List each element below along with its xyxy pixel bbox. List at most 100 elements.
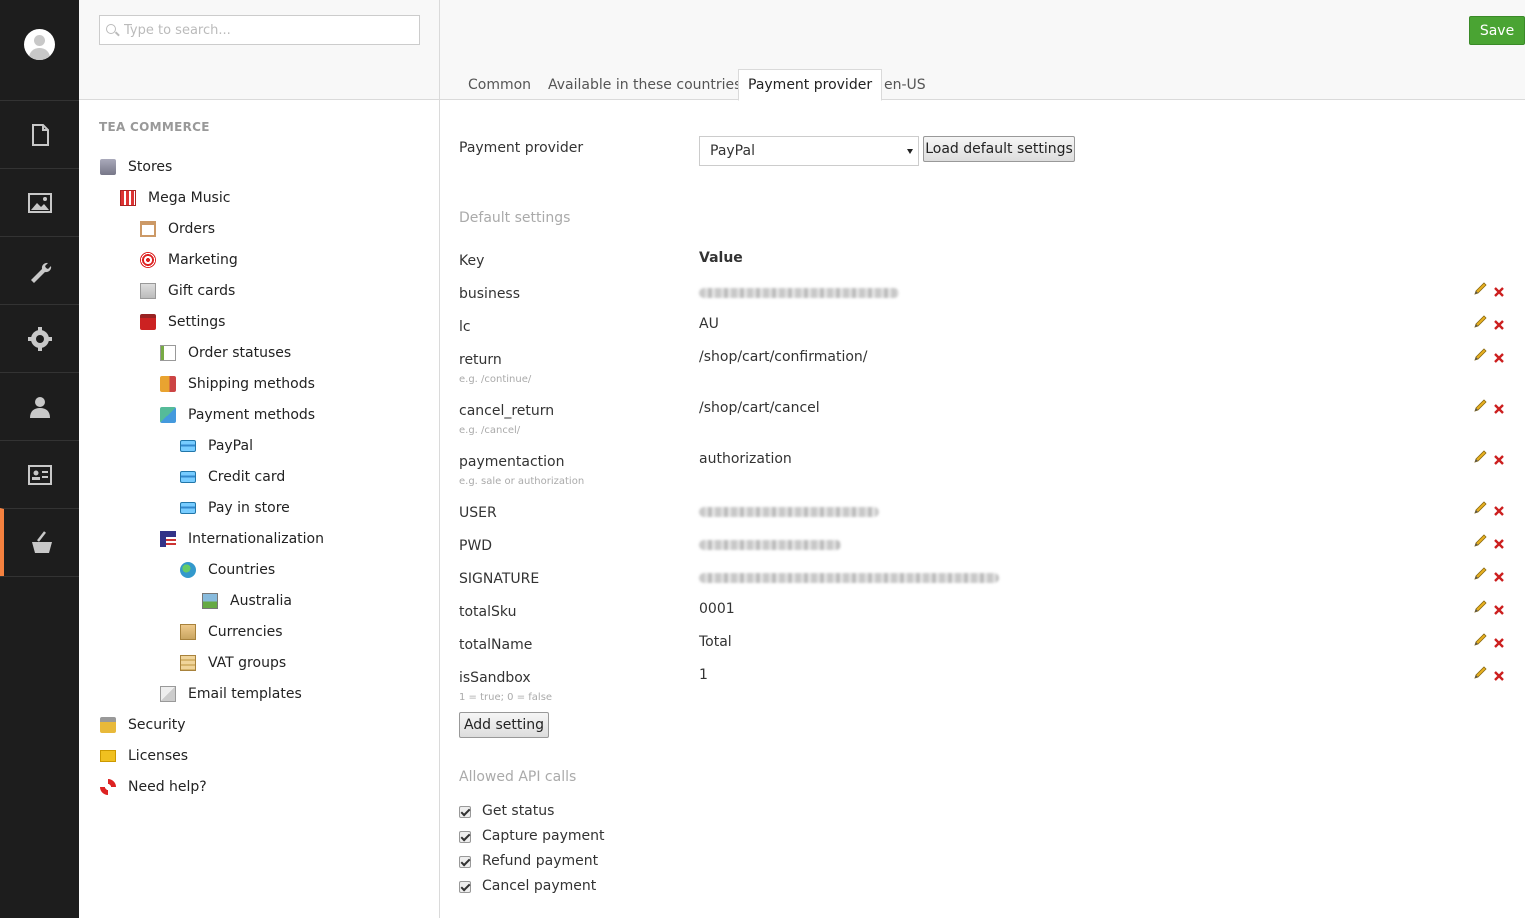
tree-item-security[interactable]: Security (100, 713, 186, 737)
delete-icon[interactable] (1494, 638, 1504, 648)
delete-icon[interactable] (1494, 320, 1504, 330)
edit-pencil-icon[interactable] (1473, 534, 1487, 548)
edit-pencil-icon[interactable] (1473, 315, 1487, 329)
tree-item-stores[interactable]: Stores (100, 155, 172, 179)
edit-pencil-icon[interactable] (1473, 567, 1487, 581)
delete-icon[interactable] (1494, 404, 1504, 414)
tree-section-title: TEA COMMERCE (99, 120, 210, 134)
store-icon (120, 190, 136, 206)
tree-header (79, 0, 439, 100)
tree-item-licenses[interactable]: Licenses (100, 744, 188, 768)
edit-pencil-icon[interactable] (1473, 501, 1487, 515)
tree-item-australia[interactable]: Australia (202, 589, 292, 613)
edit-pencil-icon[interactable] (1473, 600, 1487, 614)
edit-pencil-icon[interactable] (1473, 348, 1487, 362)
setting-value: authorization (699, 451, 792, 467)
delete-icon[interactable] (1494, 506, 1504, 516)
delete-icon[interactable] (1494, 605, 1504, 615)
tree-item-vat-groups[interactable]: VAT groups (180, 651, 286, 675)
tree-item-credit-card[interactable]: Credit card (180, 465, 285, 489)
value-header: Value (699, 250, 743, 266)
tree-item-mega-music[interactable]: Mega Music (120, 186, 230, 210)
setting-key: cancel_return (459, 403, 555, 419)
developer-icon[interactable] (0, 236, 79, 304)
vat-icon (180, 655, 196, 671)
payment-provider-select[interactable]: PayPal (699, 136, 919, 166)
setting-key: PWD (459, 538, 493, 554)
tree-item-need-help[interactable]: Need help? (100, 775, 207, 799)
tree-item-orders[interactable]: Orders (140, 217, 215, 241)
delete-icon[interactable] (1494, 572, 1504, 582)
key-header: Key (459, 253, 485, 269)
setting-hint: e.g. sale or authorization (459, 476, 585, 487)
api-checkbox-label[interactable]: Refund payment (482, 853, 598, 869)
tree-item-label: Countries (208, 562, 276, 578)
tree-item-label: Australia (230, 593, 292, 609)
tree-item-label: Credit card (208, 469, 286, 485)
tree-item-label: Gift cards (168, 283, 236, 299)
setting-hint: e.g. /cancel/ (459, 425, 521, 436)
api-checkbox[interactable] (459, 881, 471, 893)
tab-payment-provider[interactable]: Payment provider (738, 69, 883, 101)
content-icon[interactable] (0, 100, 79, 168)
edit-pencil-icon[interactable] (1473, 399, 1487, 413)
delete-icon[interactable] (1494, 671, 1504, 681)
redacted-value (699, 573, 999, 583)
tree-item-label: Pay in store (208, 500, 290, 516)
settings-icon[interactable] (0, 304, 79, 372)
edit-pencil-icon[interactable] (1473, 450, 1487, 464)
api-checkbox[interactable] (459, 856, 471, 868)
load-default-settings-button[interactable]: Load default settings (923, 136, 1075, 162)
tree-item-label: Marketing (168, 252, 238, 268)
tree-item-internationalization[interactable]: Internationalization (160, 527, 324, 551)
redacted-value (699, 540, 841, 550)
api-checkbox-label[interactable]: Cancel payment (482, 878, 596, 894)
add-setting-button[interactable]: Add setting (459, 712, 549, 738)
tree-item-payment-methods[interactable]: Payment methods (160, 403, 315, 427)
tree-item-shipping-methods[interactable]: Shipping methods (160, 372, 315, 396)
edit-pencil-icon[interactable] (1473, 282, 1487, 296)
tab-available-countries[interactable]: Available in these countries (539, 69, 750, 101)
delete-icon[interactable] (1494, 455, 1504, 465)
search-box[interactable] (99, 15, 420, 45)
users-icon[interactable] (0, 372, 79, 440)
media-icon[interactable] (0, 168, 79, 236)
save-button[interactable]: Save (1469, 16, 1525, 45)
setting-key: lc (459, 319, 471, 335)
setting-hint: 1 = true; 0 = false (459, 692, 553, 703)
tree-item-label: Shipping methods (188, 376, 315, 392)
tree-item-email-templates[interactable]: Email templates (160, 682, 302, 706)
currency-icon (180, 624, 196, 640)
tree-item-label: Internationalization (188, 531, 324, 547)
tab-en-us[interactable]: en-US (875, 69, 935, 101)
tree-item-settings[interactable]: Settings (140, 310, 225, 334)
tree-item-pay-in-store[interactable]: Pay in store (180, 496, 290, 520)
card-icon (180, 502, 196, 514)
api-checkbox-label[interactable]: Capture payment (482, 828, 604, 844)
search-input[interactable] (124, 20, 414, 40)
tree-item-label: Settings (168, 314, 226, 330)
tree-item-marketing[interactable]: Marketing (140, 248, 238, 272)
api-checkbox-label[interactable]: Get status (482, 803, 554, 819)
tree-item-countries[interactable]: Countries (180, 558, 275, 582)
tree-item-currencies[interactable]: Currencies (180, 620, 283, 644)
globe-icon (180, 562, 196, 578)
setting-key: paymentaction (459, 454, 565, 470)
card-icon (180, 471, 196, 483)
delete-icon[interactable] (1494, 539, 1504, 549)
edit-pencil-icon[interactable] (1473, 633, 1487, 647)
api-checkbox[interactable] (459, 831, 471, 843)
user-avatar[interactable] (24, 29, 55, 60)
delete-icon[interactable] (1494, 353, 1504, 363)
tea-commerce-icon[interactable] (0, 508, 79, 576)
setting-key: return (459, 352, 502, 368)
tree-item-order-statuses[interactable]: Order statuses (160, 341, 291, 365)
delete-icon[interactable] (1494, 287, 1504, 297)
tree-item-gift-cards[interactable]: Gift cards (140, 279, 235, 303)
redacted-value (699, 288, 899, 298)
tree-item-paypal[interactable]: PayPal (180, 434, 253, 458)
members-icon[interactable] (0, 440, 79, 508)
api-checkbox[interactable] (459, 806, 471, 818)
edit-pencil-icon[interactable] (1473, 666, 1487, 680)
tab-common[interactable]: Common (459, 69, 540, 101)
